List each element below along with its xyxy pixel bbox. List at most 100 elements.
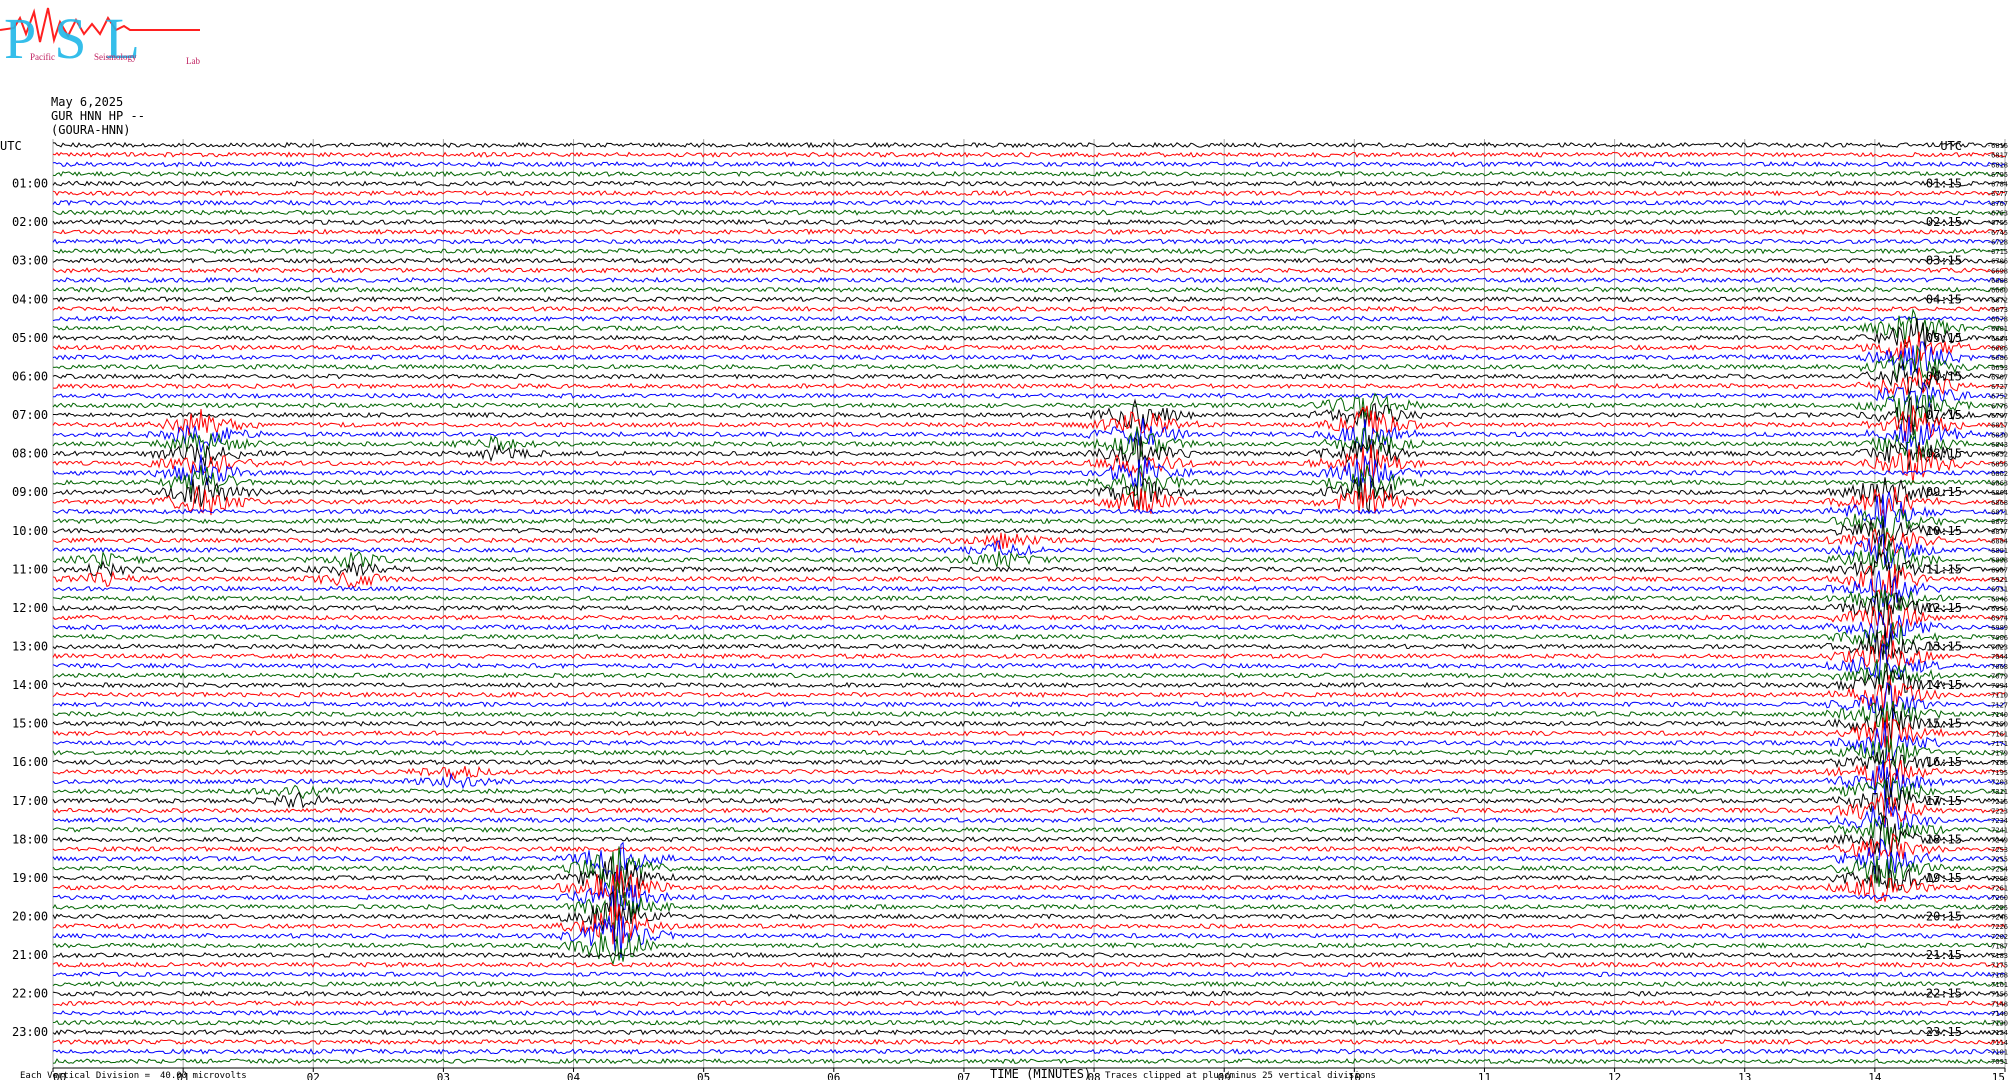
trace-offset-label: -6856 (1987, 460, 2008, 468)
trace-line (52, 780, 2006, 822)
trace-offset-label: -7127 (1987, 701, 2008, 709)
trace-offset-label: -7168 (1987, 971, 2008, 979)
trace-offset-label: -6777 (1987, 190, 2008, 198)
x-tick-label: 15 (1992, 1071, 2005, 1080)
left-hour-labels: 01:00 02:00 03:00 04:00 05:00 06:00 07:00 08:00… (12, 177, 48, 1040)
trace-line (52, 161, 2006, 168)
trace-line (52, 483, 2006, 521)
trace-offset-label: -6871 (1987, 508, 2008, 516)
vertical-division-label: Each Vertical Division = (20, 1071, 151, 1080)
left-hour-label: 08:00 (12, 447, 48, 461)
trace-offset-label: -6688 (1987, 277, 2008, 285)
x-tick-label: 13 (1738, 1071, 1751, 1080)
trace-offset-label: -7161 (1987, 730, 2008, 738)
trace-line (52, 267, 2006, 274)
right-hour-label: 01:15 (1926, 177, 1962, 191)
trace-offset-label: -6752 (1987, 393, 2008, 401)
left-hour-label: 13:00 (12, 639, 48, 653)
trace-line (52, 722, 2006, 762)
trace-offset-label: -6946 (1987, 595, 2008, 603)
trace-line (52, 189, 2005, 197)
trace-line (52, 1009, 2006, 1017)
right-hour-label: 10:15 (1926, 524, 1962, 538)
trace-offset-label: -6745 (1987, 229, 2008, 237)
trace-line (52, 1057, 2006, 1065)
trace-line (52, 1038, 2006, 1046)
trace-line (52, 444, 2006, 483)
right-hour-label: 17:15 (1926, 794, 1962, 808)
trace-offset-label: -6776 (1987, 402, 2008, 410)
trace-offset-label: -7179 (1987, 750, 2008, 758)
trace-offset-label: -6868 (1987, 499, 2008, 507)
trace-offset-label: -6784 (1987, 181, 2008, 189)
trace-line (52, 711, 2006, 753)
trace-line (52, 759, 2005, 803)
trace-line (52, 434, 2006, 473)
helicorder-chart: 01:00 02:00 03:00 04:00 05:00 06:00 07:00 08:00… (0, 139, 2008, 1080)
right-hour-label: 05:15 (1926, 331, 1962, 345)
left-utc-label: UTC (0, 139, 22, 153)
trace-line (52, 856, 2006, 899)
right-hour-label: 18:15 (1926, 832, 1962, 846)
trace-offset-label: -7161 (1987, 981, 2008, 989)
right-hour-label: 03:15 (1926, 254, 1962, 268)
trace-offset-label: -7255 (1987, 904, 2008, 912)
right-hour-label: 13:15 (1926, 639, 1962, 653)
trace-line (52, 626, 2006, 669)
trace-line (52, 1048, 2005, 1055)
trace-offset-label: -7246 (1987, 914, 2008, 922)
trace-offset-label: -7203 (1987, 779, 2008, 787)
left-hour-label: 01:00 (12, 177, 48, 191)
trace-offset-label: -6898 (1987, 557, 2008, 565)
trace-offset-label: -6817 (1987, 422, 2008, 430)
trace-offset-label: -6863 (1987, 480, 2008, 488)
trace-line (52, 527, 2006, 560)
trace-offset-label: -6921 (1987, 576, 2008, 584)
trace-offset-label: -7249 (1987, 836, 2008, 844)
trace-offset-label: -6817 (1987, 152, 2008, 160)
trace-line (52, 238, 2006, 245)
left-hour-label: 15:00 (12, 717, 48, 731)
left-hour-label: 02:00 (12, 215, 48, 229)
trace-offset-label: -7023 (1987, 643, 2008, 651)
trace-offset-label: -6727 (1987, 383, 2008, 391)
trace-offset-label: -6767 (1987, 200, 2008, 208)
trace-line (52, 751, 2006, 789)
trace-offset-label: -6763 (1987, 210, 2008, 218)
trace-offset-label: -7211 (1987, 788, 2008, 796)
x-tick-label: 05 (697, 1071, 710, 1080)
trace-line (52, 416, 2006, 454)
trace-offset-label: -7124 (1987, 1029, 2008, 1037)
trace-line (52, 915, 2006, 958)
right-hour-label: 21:15 (1926, 948, 1962, 962)
trace-offset-label: -7241 (1987, 827, 2008, 835)
right-hour-labels: 01:15 02:15 03:15 04:15 05:15 06:15 07:15 08:15… (1926, 177, 1962, 1040)
trace-offset-labels: -6816-6817-6818-6795-6784-6777-6767-6763… (1987, 142, 2008, 1066)
trace-offset-label: -7140 (1987, 711, 2008, 719)
left-hour-label: 12:00 (12, 601, 48, 615)
trace-offset-label: -7044 (1987, 653, 2008, 661)
left-hour-label: 16:00 (12, 755, 48, 769)
trace-line (53, 395, 2006, 436)
trace-line (52, 570, 2006, 609)
trace-offset-label: -7253 (1987, 846, 2008, 854)
trace-line (52, 1000, 2006, 1007)
trace-line (52, 257, 2006, 264)
trace-offset-label: -7091 (1987, 1058, 2008, 1066)
right-hour-label: 11:15 (1926, 562, 1962, 576)
trace-line (52, 276, 2006, 284)
trace-offset-label: -6686 (1987, 345, 2008, 353)
left-hour-label: 05:00 (12, 331, 48, 345)
trace-offset-label: -6974 (1987, 615, 2008, 623)
trace-offset-label: -7223 (1987, 807, 2008, 815)
left-hour-label: 22:00 (12, 987, 48, 1001)
x-tick-label: 14 (1868, 1071, 1882, 1080)
clip-note: Traces clipped at plus/minus 25 vertical… (1105, 1071, 1376, 1080)
trace-line (52, 551, 2006, 589)
left-hour-label: 10:00 (12, 524, 48, 538)
trace-offset-label: -7130 (1987, 1020, 2008, 1028)
trace-line (52, 199, 2006, 207)
trace-offset-label: -7101 (1987, 1049, 2008, 1057)
trace-offset-label: -6673 (1987, 306, 2008, 314)
trace-line (52, 815, 2006, 858)
